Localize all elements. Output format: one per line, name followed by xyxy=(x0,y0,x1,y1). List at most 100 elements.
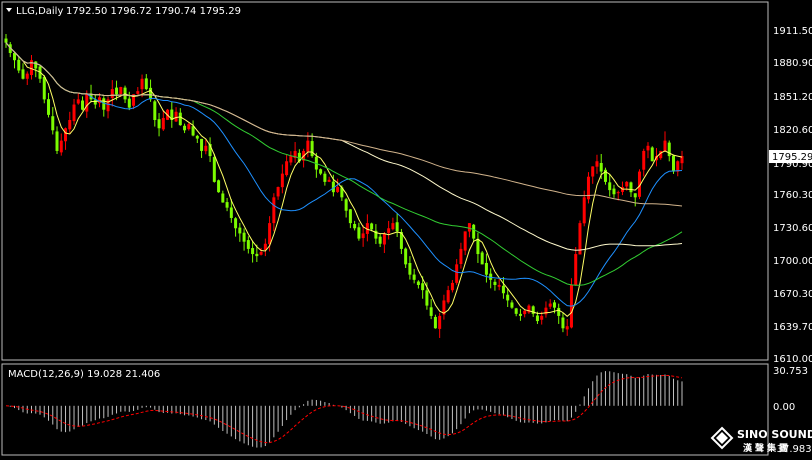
candle-body xyxy=(319,169,323,174)
candle-body xyxy=(438,315,442,329)
candle-body xyxy=(663,140,667,152)
candle-body xyxy=(565,326,569,330)
candle-body xyxy=(433,316,437,329)
candle-body xyxy=(387,228,391,233)
candle-body xyxy=(178,112,182,126)
candle-body xyxy=(646,145,650,151)
candle-body xyxy=(336,187,340,192)
candle-body xyxy=(229,207,233,218)
candle-body xyxy=(574,254,578,286)
macd-tick: 30.753 xyxy=(773,366,808,377)
candle-body xyxy=(110,89,114,98)
candle-body xyxy=(540,315,544,320)
candle-body xyxy=(612,188,616,195)
candle-body xyxy=(200,138,204,151)
candle-body xyxy=(353,224,357,229)
candle-body xyxy=(557,307,561,316)
candle-body xyxy=(467,223,471,232)
candle-body xyxy=(272,197,276,224)
candle-body xyxy=(595,161,599,167)
candle-body xyxy=(506,294,510,301)
candle-body xyxy=(404,248,408,265)
candle-body xyxy=(484,262,488,275)
candle-body xyxy=(463,231,467,251)
candle-body xyxy=(17,59,21,71)
candle-body xyxy=(501,285,505,294)
candle-body xyxy=(195,135,199,139)
candle-body xyxy=(642,150,646,170)
candle-body xyxy=(161,117,165,130)
candle-body xyxy=(450,282,454,291)
candle-body xyxy=(276,187,280,197)
candle-body xyxy=(47,99,51,115)
candle-body xyxy=(259,251,263,255)
chart-canvas: LLG,Daily 1792.50 1796.72 1790.74 1795.2… xyxy=(1,1,812,456)
candle-body xyxy=(518,313,522,316)
candle-body xyxy=(217,180,221,193)
candle-body xyxy=(510,302,514,308)
candle-body xyxy=(378,236,382,244)
candle-body xyxy=(455,264,459,283)
candle-body xyxy=(591,166,595,177)
price-tick: 1880.90 xyxy=(773,58,812,69)
candle-body xyxy=(421,283,425,291)
candle-body xyxy=(472,224,476,239)
candle-body xyxy=(153,101,157,121)
logo-text: SINO SOUND xyxy=(737,428,812,441)
candle-body xyxy=(323,173,327,182)
candle-body xyxy=(344,199,348,211)
candle-body xyxy=(268,223,272,245)
price-tick: 1639.70 xyxy=(773,322,812,333)
candle-body xyxy=(425,290,429,306)
candle-body xyxy=(51,116,55,131)
candle-body xyxy=(81,100,85,110)
candle-body xyxy=(650,147,654,162)
candle-body xyxy=(246,240,250,249)
logo-subtext: 漢聲集團 xyxy=(743,442,791,454)
candle-body xyxy=(348,209,352,224)
candle-body xyxy=(552,302,556,308)
candle-body xyxy=(42,76,46,100)
candle-body xyxy=(497,284,501,287)
candle-body xyxy=(187,124,191,130)
candle-body xyxy=(676,161,680,172)
price-axis: 1911.50 1880.90 1851.20 1820.60 1790.90 … xyxy=(773,26,812,365)
candle-body xyxy=(480,252,484,265)
price-tick: 1760.30 xyxy=(773,190,812,201)
candle-body xyxy=(408,263,412,275)
candle-body xyxy=(280,173,284,188)
candle-body xyxy=(204,145,208,152)
candle-body xyxy=(391,223,395,230)
candle-body xyxy=(476,238,480,255)
candle-body xyxy=(25,73,29,79)
candle-body xyxy=(251,248,255,255)
candle-body xyxy=(535,315,539,322)
candle-body xyxy=(102,98,106,110)
candle-body xyxy=(327,179,331,182)
candle-body xyxy=(68,120,72,130)
candle-body xyxy=(599,162,603,172)
candle-body xyxy=(493,281,497,285)
candle-body xyxy=(13,52,17,61)
candle-body xyxy=(144,78,148,90)
price-tick: 1730.60 xyxy=(773,223,812,234)
price-tick: 1820.60 xyxy=(773,125,812,136)
candle-body xyxy=(136,91,140,94)
candle-body xyxy=(548,303,552,307)
candle-body xyxy=(21,69,25,79)
candle-body xyxy=(191,126,195,136)
price-tick: 1911.50 xyxy=(773,26,812,37)
candle-body xyxy=(310,141,314,157)
symbol-label: LLG,Daily xyxy=(16,6,63,17)
candle-body xyxy=(382,233,386,245)
candle-body xyxy=(429,307,433,316)
candle-body xyxy=(255,253,259,257)
macd-label: MACD(12,26,9) 19.028 21.406 xyxy=(8,369,160,380)
candle-body xyxy=(561,317,565,329)
candle-body xyxy=(361,233,365,239)
macd-tick: 0.00 xyxy=(773,402,795,413)
candle-body xyxy=(64,128,68,142)
candle-body xyxy=(174,111,178,122)
candle-body xyxy=(289,156,293,163)
candle-body xyxy=(633,193,637,198)
